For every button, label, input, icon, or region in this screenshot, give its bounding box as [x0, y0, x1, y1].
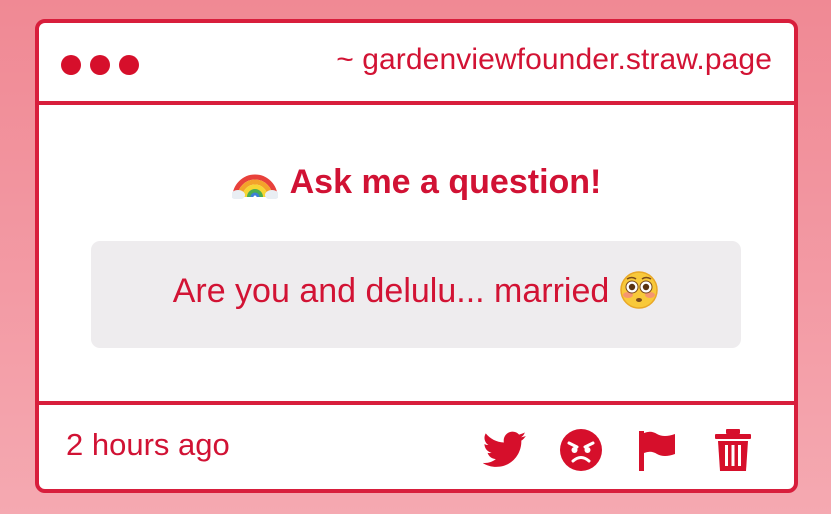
prompt-heading: Ask me a question! — [39, 157, 794, 208]
block-user-button[interactable] — [558, 427, 604, 473]
question-card: ~ gardenviewfounder.straw.page Ask me a … — [35, 19, 798, 493]
angry-face-icon — [560, 429, 602, 471]
report-button[interactable] — [634, 427, 680, 473]
window-dot-icon — [61, 55, 81, 75]
window-titlebar: ~ gardenviewfounder.straw.page — [39, 23, 794, 105]
window-dots — [61, 55, 139, 75]
prompt-title: Ask me a question! — [289, 163, 602, 201]
window-dot-icon — [90, 55, 110, 75]
delete-button[interactable] — [710, 427, 756, 473]
rainbow-icon — [230, 157, 279, 208]
page-url[interactable]: ~ gardenviewfounder.straw.page — [336, 43, 772, 77]
action-bar — [482, 427, 756, 473]
flushed-face-icon — [619, 270, 659, 319]
card-footer: 2 hours ago — [39, 401, 794, 489]
question-text: Are you and delulu... married — [173, 270, 660, 319]
flag-icon — [639, 431, 675, 471]
question-label: Are you and delulu... married — [172, 272, 610, 310]
twitter-icon — [483, 431, 527, 467]
trash-icon — [715, 429, 751, 471]
window-dot-icon — [119, 55, 139, 75]
twitter-share-button[interactable] — [482, 427, 528, 473]
question-box: Are you and delulu... married — [91, 241, 741, 348]
timestamp: 2 hours ago — [66, 427, 230, 462]
card-body: Ask me a question! Are you and delulu...… — [39, 105, 794, 401]
